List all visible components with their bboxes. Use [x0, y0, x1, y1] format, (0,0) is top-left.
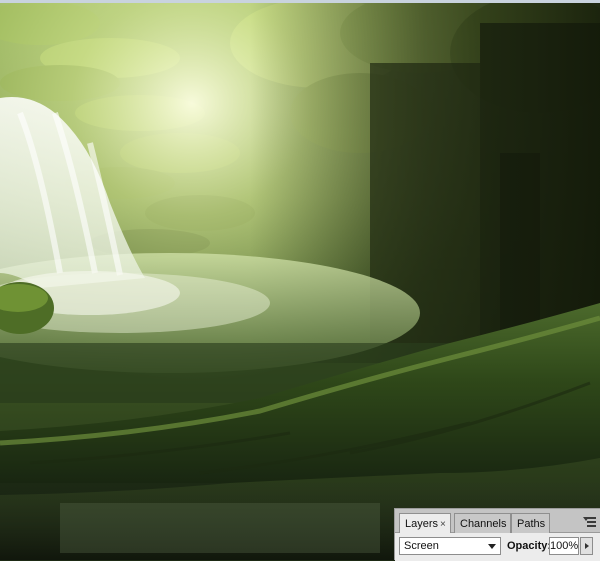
tab-channels[interactable]: Channels [454, 513, 512, 533]
canvas-artwork [0, 3, 600, 560]
opacity-label: Opacity: [507, 540, 552, 552]
tab-paths-label: Paths [517, 518, 546, 530]
tab-layers[interactable]: Layers × [399, 513, 451, 533]
image-canvas[interactable] [0, 0, 600, 560]
opacity-stepper[interactable] [580, 537, 593, 555]
chevron-down-icon [488, 544, 496, 549]
tab-paths[interactable]: Paths [511, 513, 551, 533]
triangle-right-icon [585, 543, 589, 549]
panel-tab-bar: Layers × Channels Paths [395, 509, 600, 533]
opacity-input[interactable]: 100% [549, 537, 579, 555]
tab-channels-label: Channels [460, 518, 507, 530]
layer-controls: Screen Opacity: 100% [395, 533, 600, 561]
layers-panel: Layers × Channels Paths Screen Opacity: 1… [394, 508, 600, 561]
close-icon[interactable]: × [440, 519, 446, 530]
blend-mode-value: Screen [404, 540, 439, 552]
tab-layers-label: Layers [405, 518, 439, 530]
panel-menu-icon[interactable] [583, 515, 597, 527]
blend-mode-select[interactable]: Screen [399, 537, 501, 555]
